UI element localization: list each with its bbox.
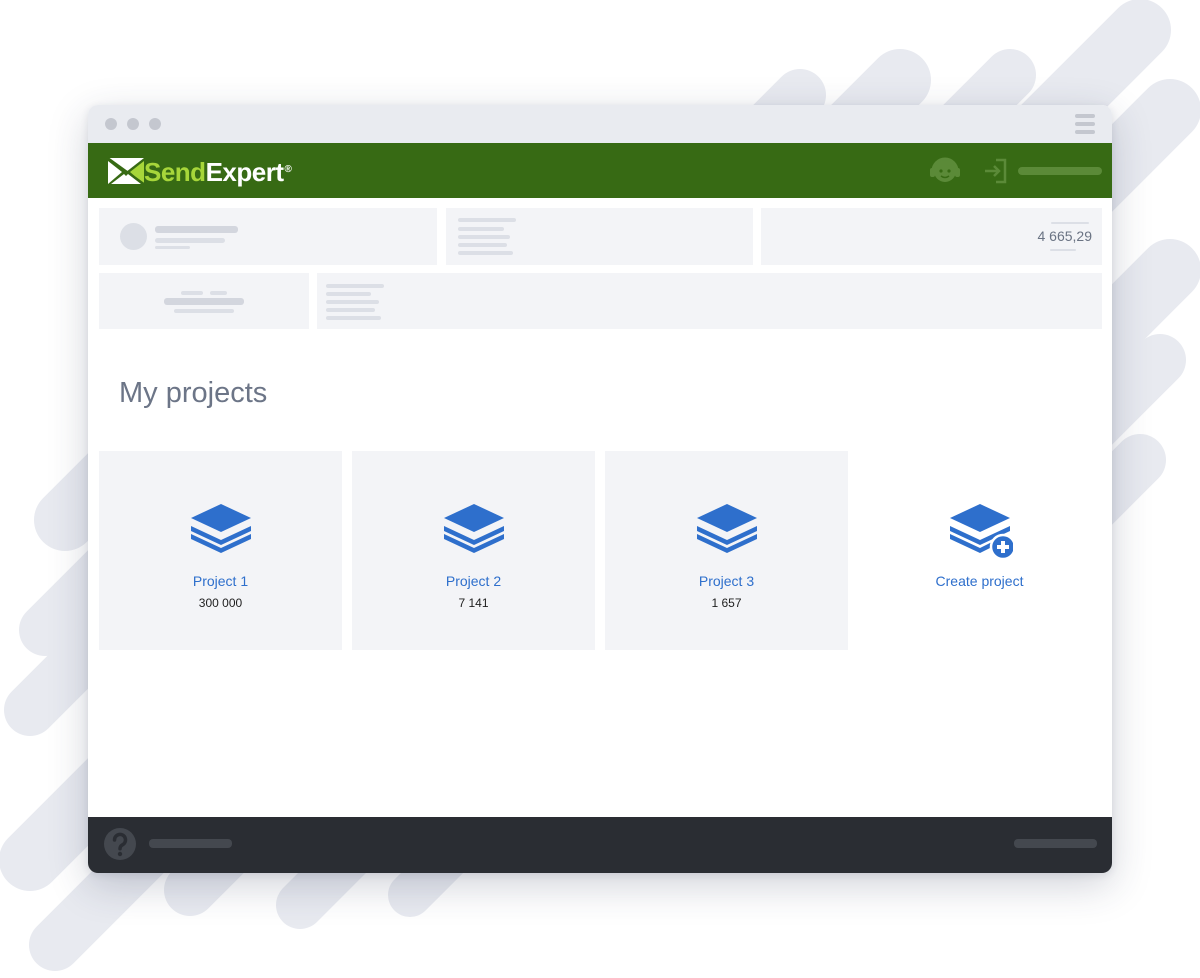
login-icon[interactable]	[982, 157, 1010, 185]
question-mark-icon[interactable]	[103, 827, 137, 861]
brand-name-part1: Send	[144, 157, 206, 187]
user-name-placeholder[interactable]	[1018, 167, 1102, 175]
summary-panel	[446, 208, 753, 265]
page-title: My projects	[119, 377, 268, 409]
app-header: SendExpert®	[88, 143, 1112, 198]
footer-link-placeholder[interactable]	[149, 839, 232, 848]
window-dot-3[interactable]	[149, 118, 161, 130]
app-footer	[88, 817, 1112, 873]
project-name[interactable]: Project 3	[605, 573, 848, 589]
layers-icon	[191, 504, 251, 553]
project-card-1[interactable]: Project 1 300 000	[99, 451, 342, 650]
brand-name: SendExpert®	[144, 157, 292, 187]
window-dot-2[interactable]	[127, 118, 139, 130]
hamburger-menu-icon[interactable]	[1075, 114, 1095, 136]
browser-window: SendExpert® 4 665,29 My projects Project…	[88, 105, 1112, 873]
layers-plus-icon	[950, 504, 1013, 559]
create-project-button[interactable]: Create project	[858, 451, 1101, 650]
avatar[interactable]	[120, 223, 147, 250]
project-count: 1 657	[711, 596, 742, 610]
news-panel	[317, 273, 1102, 329]
layers-icon	[444, 504, 504, 553]
profile-panel	[99, 208, 437, 265]
project-count: 300 000	[198, 596, 243, 610]
create-project-label[interactable]: Create project	[858, 573, 1101, 589]
registered-mark: ®	[284, 164, 292, 175]
project-count: 7 141	[458, 596, 489, 610]
project-card-2[interactable]: Project 2 7 141	[352, 451, 595, 650]
browser-titlebar	[88, 105, 1112, 143]
layers-icon	[697, 504, 757, 553]
envelope-logo-icon	[108, 157, 144, 185]
balance-value: 4 665,29	[1037, 228, 1093, 244]
project-name[interactable]: Project 1	[99, 573, 342, 589]
footer-link-placeholder-right[interactable]	[1014, 839, 1097, 848]
support-agent-icon[interactable]	[928, 153, 962, 187]
window-dot-1[interactable]	[105, 118, 117, 130]
brand-name-part2: Expert	[205, 157, 284, 187]
project-name[interactable]: Project 2	[352, 573, 595, 589]
stats-panel	[99, 273, 309, 329]
balance-panel: 4 665,29	[761, 208, 1102, 265]
project-card-3[interactable]: Project 3 1 657	[605, 451, 848, 650]
